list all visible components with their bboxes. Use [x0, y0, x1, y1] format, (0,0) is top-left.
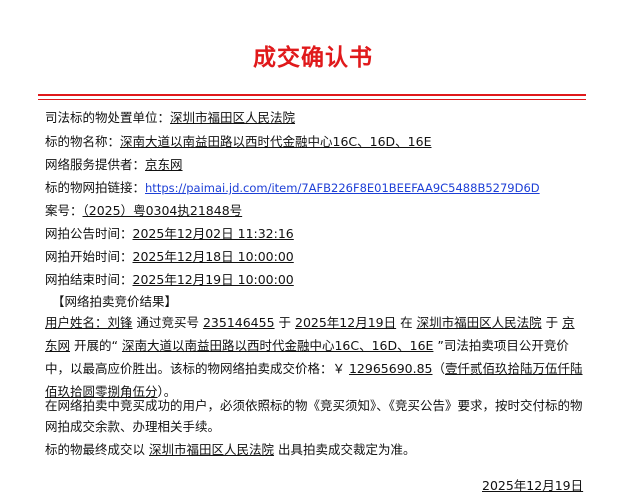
signature-date: 2025年12月19日 [482, 478, 584, 493]
result-paragraph: 用户姓名：刘锋 通过竞买号 235146455 于 2025年12月19日 在 … [45, 311, 585, 403]
result-text: （ [432, 361, 446, 376]
notice-paragraph: 在网络拍卖中竞买成功的用户，必须依照标的物《竞买须知》、《竞买公告》要求，按时交… [45, 398, 583, 434]
title-divider-thick [38, 94, 586, 96]
final-text: 出具拍卖成交裁定为准。 [278, 442, 416, 457]
title-divider-thin [38, 99, 586, 100]
result-heading: 【网络拍卖竞价结果】 [52, 294, 178, 309]
field-value: 2025年12月18日 10:00:00 [132, 249, 294, 264]
field-label: 案号： [45, 203, 83, 218]
field-value: 2025年12月19日 10:00:00 [132, 272, 294, 287]
field-value: 深南大道以南益田路以西时代金融中心16C、16D、16E [120, 134, 432, 149]
auction-link[interactable]: https://paimai.jd.com/item/7AFB226F8E01B… [145, 181, 540, 195]
result-text: 于 [274, 315, 295, 330]
field-label: 网络服务提供者： [45, 157, 146, 172]
field-announce-time: 网拍公告时间：2025年12月02日 11:32:16 [45, 224, 294, 244]
result-text: 于 [545, 315, 559, 330]
field-label: 网拍公告时间： [45, 226, 133, 241]
final-court: 深圳市福田区人民法院 [149, 442, 275, 457]
field-label: 网拍开始时间： [45, 249, 133, 264]
final-statement: 标的物最终成交以 深圳市福田区人民法院 出具拍卖成交裁定为准。 [45, 440, 585, 460]
field-label: 司法标的物处置单位： [45, 110, 171, 125]
field-auction-link: 标的物网拍链接：https://paimai.jd.com/item/7AFB2… [45, 178, 540, 198]
winner-name: 用户姓名：刘锋 [45, 315, 133, 330]
result-court: 深圳市福田区人民法院 [416, 315, 542, 330]
result-text: 开展的“ [70, 338, 122, 353]
field-start-time: 网拍开始时间：2025年12月18日 10:00:00 [45, 247, 294, 267]
field-value: 京东网 [145, 157, 183, 172]
bid-number: 235146455 [202, 315, 275, 330]
field-label: 网拍结束时间： [45, 272, 133, 287]
field-item-name: 标的物名称：深南大道以南益田路以西时代金融中心16C、16D、16E [45, 132, 432, 152]
result-date: 2025年12月19日 [295, 315, 397, 330]
final-price: 12965690.85 [348, 361, 433, 376]
final-text: 标的物最终成交以 [45, 442, 146, 457]
field-end-time: 网拍结束时间：2025年12月19日 10:00:00 [45, 270, 294, 290]
field-service-provider: 网络服务提供者：京东网 [45, 155, 183, 175]
result-text: 在 [396, 315, 417, 330]
field-value: （2025）粤0304执21848号 [82, 203, 243, 218]
field-case-number: 案号：（2025）粤0304执21848号 [45, 201, 242, 221]
field-label: 标的物名称： [45, 134, 121, 149]
document-title: 成交确认书 [253, 45, 373, 71]
field-label: 标的物网拍链接： [45, 180, 146, 195]
result-text: 通过竞买号 [132, 315, 203, 330]
field-disposal-unit: 司法标的物处置单位：深圳市福田区人民法院 [45, 108, 295, 128]
result-item-name: 深南大道以南益田路以西时代金融中心16C、16D、16E [121, 338, 434, 353]
field-value: 2025年12月02日 11:32:16 [132, 226, 294, 241]
field-value: 深圳市福田区人民法院 [170, 110, 296, 125]
